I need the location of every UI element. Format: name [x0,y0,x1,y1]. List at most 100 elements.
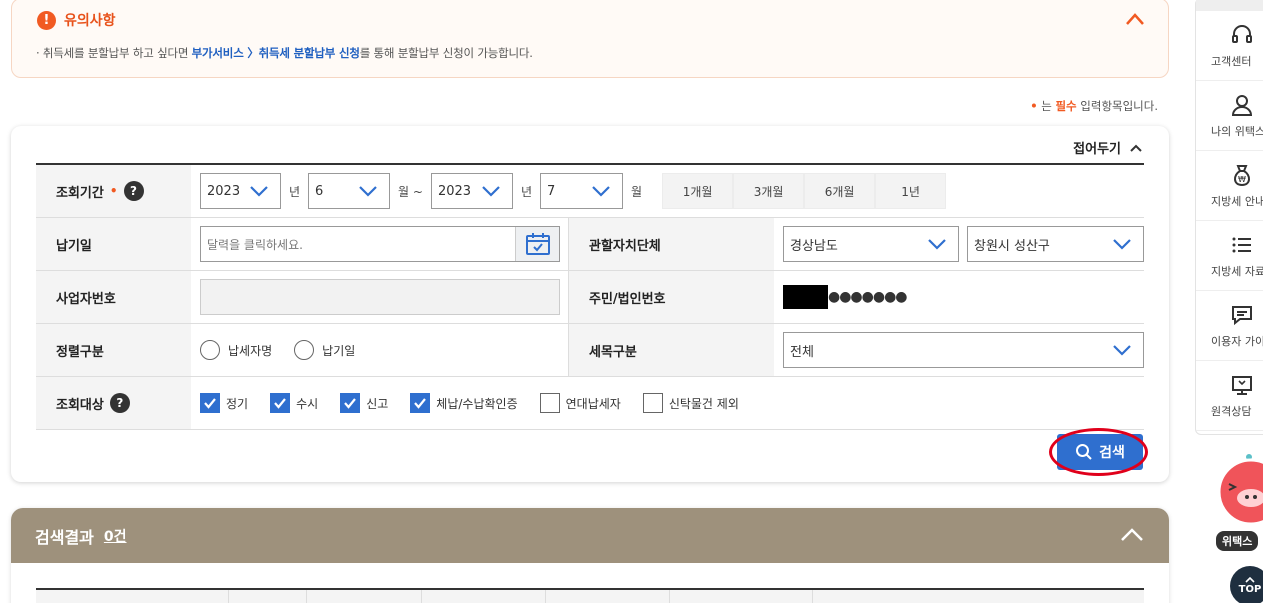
sort-field-cell: 납세자명 납기일 [191,324,568,376]
chevron-down-icon [482,186,500,197]
city-value: 창원시 성산구 [974,238,1050,254]
resident-no-value: ●●●●●●● [783,285,908,309]
province-select[interactable]: 경상남도 [783,226,959,262]
row-sort: 정렬구분 납세자명 납기일 세목구분 전체 [36,324,1144,377]
paydate-label-cell: 납기일 [36,218,191,270]
target-label-cell: 조회대상 ? [36,377,191,429]
from-month-value: 6 [315,183,324,199]
sort-radio-paydate[interactable] [294,340,315,360]
to-month-value: 7 [547,183,556,199]
notice-text: · 취득세를 분할납부 하고 싶다면 부가서비스 〉취득세 분할납부 신청를 통… [36,45,533,61]
business-no-input [200,279,560,315]
period-quick-buttons: 1개월 3개월 6개월 1년 [662,173,947,209]
tax-item-label: 세목구분 [589,344,637,360]
checkbox-occasional[interactable] [270,393,291,413]
notice-text-suffix: 를 통해 분할납부 신청이 가능합니다. [359,46,533,60]
notice-box: ! 유의사항 · 취득세를 분할납부 하고 싶다면 부가서비스 〉취득세 분할납… [11,0,1169,78]
list-icon [1232,237,1251,252]
highlight-annotation [1049,428,1148,476]
redaction-block [783,285,828,309]
sidebar-item-local-tax-guide[interactable]: ₩ 지방세 안내 [1196,151,1263,221]
required-dot: • [109,184,118,198]
period-label: 조회기간 [56,185,104,201]
help-icon[interactable]: ? [123,181,144,201]
period-fields: 2023 년 6 월 ~ 2023 년 7 월 1개월 3개월 6개월 1년 [191,165,947,217]
checkbox-label: 정기 [226,396,249,411]
paydate-label: 납기일 [56,238,92,254]
resident-no-masked: ●●●●●●● [828,289,908,305]
sidebar-item-label: 지방세 자료실 [1211,264,1263,278]
user-icon [1231,94,1253,116]
business-no-field-cell [191,271,568,323]
tax-item-field-cell: 전체 [774,324,1144,376]
help-icon[interactable]: ? [109,393,130,413]
checkbox-label: 수시 [296,396,319,411]
sidebar-item-label: 이용자 가이드 [1211,334,1263,348]
sidebar-item-user-guide[interactable]: 이용자 가이드 [1196,291,1263,361]
sidebar-item-local-tax-archive[interactable]: 지방세 자료실 [1196,221,1263,291]
sidebar-item-customer-center[interactable]: 고객센터 [1196,11,1263,81]
period-label-cell: 조회기간 • ? [36,165,191,217]
mascot-icon[interactable] [1207,450,1263,530]
sidebar-item-label: 지방세 안내 [1211,194,1263,208]
check-icon [344,398,357,409]
table-header-cell [422,590,546,603]
row-paydate: 납기일 달력을 클릭하세요. 관할자치단체 경상남도 창원시 성산구 [36,218,1144,271]
resident-no-label: 주민/법인번호 [589,291,666,307]
sort-label-cell: 정렬구분 [36,324,191,376]
checkbox-exclude-trust[interactable] [642,393,663,413]
collapse-label: 접어두기 [1073,142,1121,157]
sidebar-item-label: 나의 위택스 [1211,124,1263,138]
business-no-label-cell: 사업자번호 [36,271,191,323]
required-dot: • [1030,99,1038,113]
checkbox-report[interactable] [340,393,361,413]
tax-item-label-cell: 세목구분 [568,324,774,376]
resident-no-field-cell: ●●●●●●● [774,271,908,323]
exclamation-icon: ! [37,10,56,30]
target-label: 조회대상 [56,397,104,413]
tax-item-select[interactable]: 전체 [783,332,1144,368]
check-icon [204,398,216,409]
sidebar-item-remote-support[interactable]: 원격상담 [1196,361,1263,431]
from-month-select[interactable]: 6 [308,173,391,209]
to-year-select[interactable]: 2023 [430,173,513,209]
paydate-input[interactable]: 달력을 클릭하세요. [200,226,560,262]
period-1m-button[interactable]: 1개월 [662,173,734,209]
chevron-down-icon [1113,345,1131,356]
sort-radio-taxpayer[interactable] [200,340,220,360]
results-panel: 검색결과 0건 [11,508,1169,603]
check-icon [274,398,286,409]
required-note-highlight: 필수 [1055,99,1077,113]
sort-option-label: 납세자명 [228,343,273,358]
chevron-down-icon [592,186,610,197]
headset-icon [1232,24,1252,43]
notice-header: ! 유의사항 [37,10,116,30]
city-select[interactable]: 창원시 성산구 [967,226,1144,262]
table-header-cell [546,590,670,603]
results-table-header [36,588,1144,603]
period-3m-button[interactable]: 3개월 [733,173,805,209]
notice-title: 유의사항 [64,13,116,29]
sidebar-item-label: 원격상담 [1211,404,1252,418]
chevron-up-icon[interactable] [1124,9,1146,29]
collapse-button[interactable]: 접어두기 [1073,138,1143,157]
checkbox-joint-taxpayer[interactable] [539,393,560,413]
checkbox-arrears[interactable] [410,393,431,413]
chevron-down-icon [1113,239,1131,250]
sort-label: 정렬구분 [56,344,104,360]
to-month-select[interactable]: 7 [540,173,624,209]
year-unit: 년 [520,184,533,199]
notice-link[interactable]: 부가서비스 〉취득세 분할납부 신청 [192,46,360,60]
period-6m-button[interactable]: 6개월 [804,173,876,209]
scroll-top-button[interactable]: TOP [1230,566,1263,603]
localgov-label: 관할자치단체 [589,238,661,254]
period-1y-button[interactable]: 1년 [875,173,947,209]
row-business-no: 사업자번호 주민/법인번호 ●●●●●●● [36,271,1144,324]
calendar-button[interactable] [515,227,559,261]
chevron-down-icon [250,186,268,197]
mascot-label[interactable]: 위택스 [1216,531,1259,551]
from-year-select[interactable]: 2023 [200,173,281,209]
checkbox-regular[interactable] [200,393,220,413]
chevron-up-icon[interactable] [1119,524,1145,546]
sidebar-item-my-wetax[interactable]: 나의 위택스 [1196,81,1263,151]
